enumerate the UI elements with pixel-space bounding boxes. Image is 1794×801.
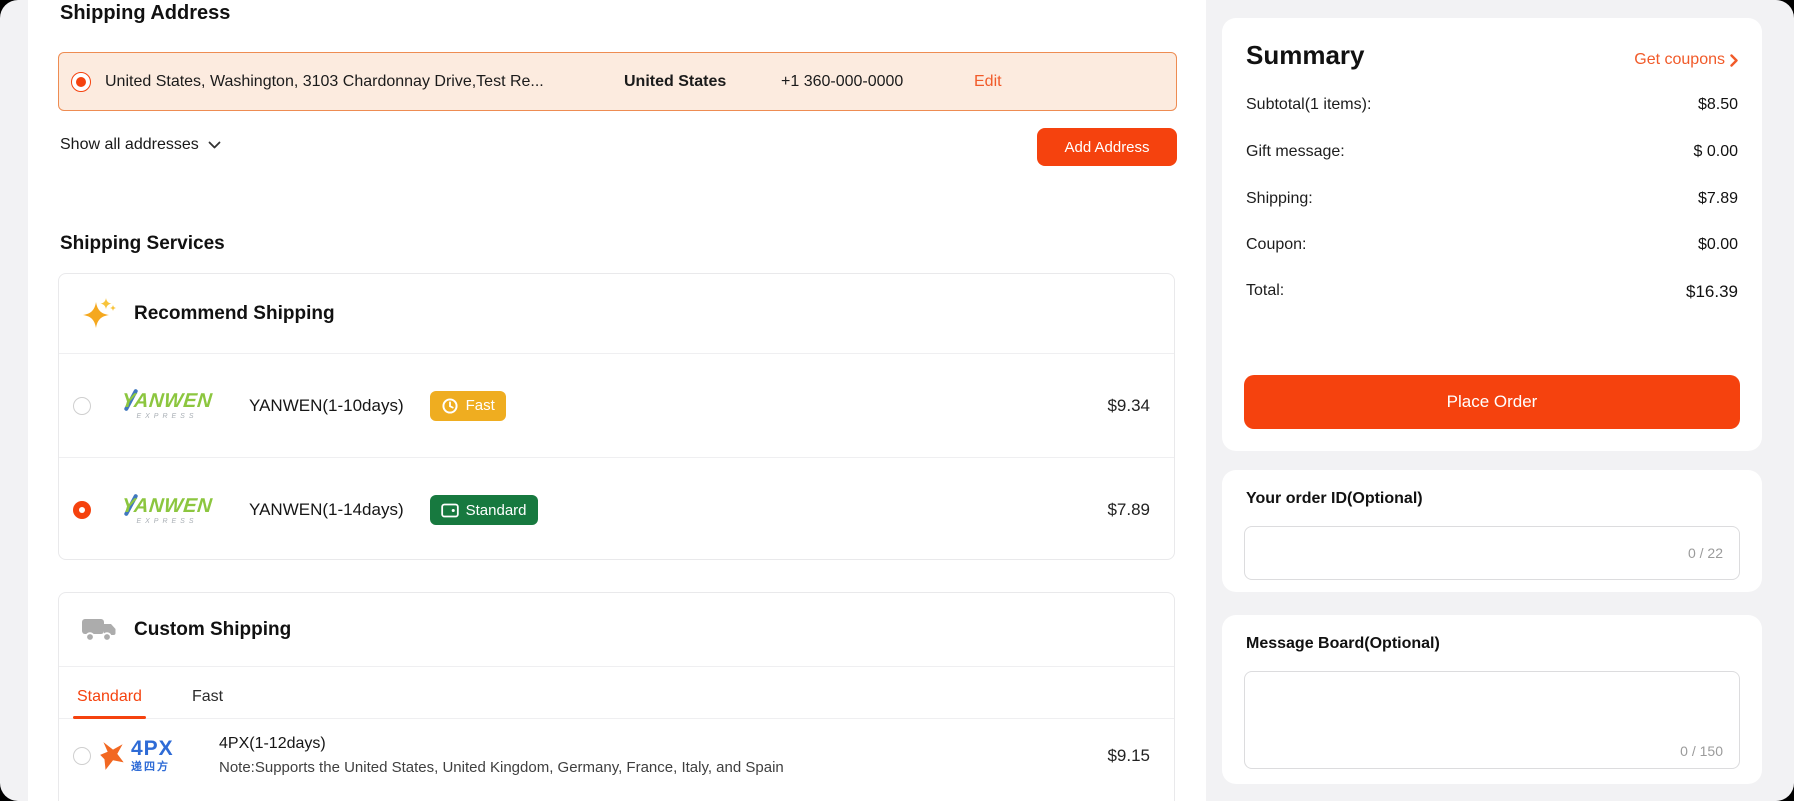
fast-badge: Fast xyxy=(430,391,506,421)
yanwen-logo-subtext: EXPRESS xyxy=(103,413,231,420)
summary-row-total: Total: $16.39 xyxy=(1246,282,1738,302)
get-coupons-label: Get coupons xyxy=(1634,51,1725,69)
summary-panel: Summary Get coupons Subtotal(1 items): $… xyxy=(1222,18,1762,451)
get-coupons-link[interactable]: Get coupons xyxy=(1634,51,1738,69)
standard-badge: Standard xyxy=(430,495,538,525)
shipping-option-yanwen-standard[interactable]: YANWEN EXPRESS YANWEN(1-14days) Standard… xyxy=(59,458,1174,562)
custom-shipping-card: Custom Shipping Standard Fast 4PX 递四方 xyxy=(58,592,1175,801)
message-board-panel: Message Board(Optional) 0 / 150 xyxy=(1222,615,1762,784)
summary-value: $ 0.00 xyxy=(1694,143,1738,161)
order-id-counter: 0 / 22 xyxy=(1688,545,1723,561)
summary-row-subtotal: Subtotal(1 items): $8.50 xyxy=(1246,96,1738,114)
address-summary: United States, Washington, 3103 Chardonn… xyxy=(105,73,544,91)
shipping-panel: Shipping Address United States, Washingt… xyxy=(28,0,1206,801)
summary-label: Shipping: xyxy=(1246,190,1313,208)
shipping-option-price: $9.34 xyxy=(1107,396,1150,416)
summary-value: $8.50 xyxy=(1698,96,1738,114)
custom-shipping-title: Custom Shipping xyxy=(134,619,291,641)
recommend-shipping-card: Recommend Shipping YANWEN EXPRESS YANWEN… xyxy=(58,273,1175,560)
shipping-option-radio[interactable] xyxy=(73,397,91,415)
order-id-input[interactable] xyxy=(1245,527,1739,579)
4px-logo: 4PX 递四方 xyxy=(99,738,203,773)
address-radio-selected[interactable] xyxy=(71,72,91,92)
clock-icon xyxy=(441,397,459,415)
shipping-address-title: Shipping Address xyxy=(60,2,230,25)
shipping-option-note: Note:Supports the United States, United … xyxy=(219,759,784,776)
message-board-textarea[interactable] xyxy=(1245,672,1739,768)
selected-address-row[interactable]: United States, Washington, 3103 Chardonn… xyxy=(58,52,1177,111)
shipping-option-radio[interactable] xyxy=(73,747,91,765)
order-id-label: Your order ID(Optional) xyxy=(1246,490,1423,508)
4px-bird-icon xyxy=(99,740,127,772)
checkout-page: Shipping Address United States, Washingt… xyxy=(0,0,1794,801)
summary-value: $0.00 xyxy=(1698,236,1738,254)
wallet-icon xyxy=(441,503,459,518)
fast-badge-label: Fast xyxy=(466,397,495,414)
4px-logo-subtext: 递四方 xyxy=(131,762,174,773)
sparkle-icon xyxy=(81,296,117,332)
place-order-button[interactable]: Place Order xyxy=(1244,375,1740,429)
yanwen-logo-text: YANWEN xyxy=(102,496,232,516)
shipping-option-name: 4PX(1-12days) xyxy=(219,735,784,753)
shipping-option-name: YANWEN(1-10days) xyxy=(249,396,404,416)
summary-row-shipping: Shipping: $7.89 xyxy=(1246,190,1738,208)
summary-row-coupon: Coupon: $0.00 xyxy=(1246,236,1738,254)
tab-standard[interactable]: Standard xyxy=(73,676,146,718)
chevron-right-icon xyxy=(1730,54,1738,67)
shipping-services-title: Shipping Services xyxy=(60,233,225,255)
summary-value: $16.39 xyxy=(1686,282,1738,302)
address-country: United States xyxy=(624,73,726,91)
shipping-option-price: $7.89 xyxy=(1107,500,1150,520)
recommend-shipping-title: Recommend Shipping xyxy=(134,303,335,325)
recommend-shipping-header: Recommend Shipping xyxy=(59,274,1174,354)
yanwen-logo: YANWEN EXPRESS xyxy=(103,496,231,525)
message-board-counter: 0 / 150 xyxy=(1680,743,1723,759)
yanwen-logo-subtext: EXPRESS xyxy=(103,518,231,525)
edit-address-link[interactable]: Edit xyxy=(974,73,1002,91)
summary-label: Total: xyxy=(1246,282,1284,302)
message-board-label: Message Board(Optional) xyxy=(1246,635,1440,653)
truck-icon xyxy=(81,616,117,643)
summary-title: Summary xyxy=(1246,40,1365,71)
yanwen-logo-text: YANWEN xyxy=(102,391,232,411)
shipping-option-4px[interactable]: 4PX 递四方 4PX(1-12days) Note:Supports the … xyxy=(59,719,1174,792)
show-all-addresses-label: Show all addresses xyxy=(60,136,199,154)
show-all-addresses-toggle[interactable]: Show all addresses xyxy=(60,136,221,154)
shipping-option-radio-selected[interactable] xyxy=(73,501,91,519)
yanwen-logo: YANWEN EXPRESS xyxy=(103,391,231,420)
summary-value: $7.89 xyxy=(1698,190,1738,208)
tab-fast[interactable]: Fast xyxy=(188,676,227,718)
standard-badge-label: Standard xyxy=(466,502,527,519)
address-phone: +1 360-000-0000 xyxy=(781,73,903,91)
shipping-option-name: YANWEN(1-14days) xyxy=(249,500,404,520)
chevron-down-icon xyxy=(208,141,221,149)
4px-logo-text: 4PX xyxy=(131,738,174,759)
message-board-field-wrap: 0 / 150 xyxy=(1244,671,1740,769)
summary-label: Subtotal(1 items): xyxy=(1246,96,1371,114)
order-id-panel: Your order ID(Optional) 0 / 22 xyxy=(1222,470,1762,592)
shipping-option-price: $9.15 xyxy=(1107,746,1150,766)
summary-label: Gift message: xyxy=(1246,143,1345,161)
order-id-field-wrap: 0 / 22 xyxy=(1244,526,1740,580)
summary-row-gift-message: Gift message: $ 0.00 xyxy=(1246,143,1738,161)
shipping-option-yanwen-fast[interactable]: YANWEN EXPRESS YANWEN(1-10days) Fast $9.… xyxy=(59,354,1174,458)
custom-shipping-tabs: Standard Fast xyxy=(59,667,1174,719)
add-address-button[interactable]: Add Address xyxy=(1037,128,1177,166)
custom-shipping-header: Custom Shipping xyxy=(59,593,1174,667)
summary-label: Coupon: xyxy=(1246,236,1307,254)
